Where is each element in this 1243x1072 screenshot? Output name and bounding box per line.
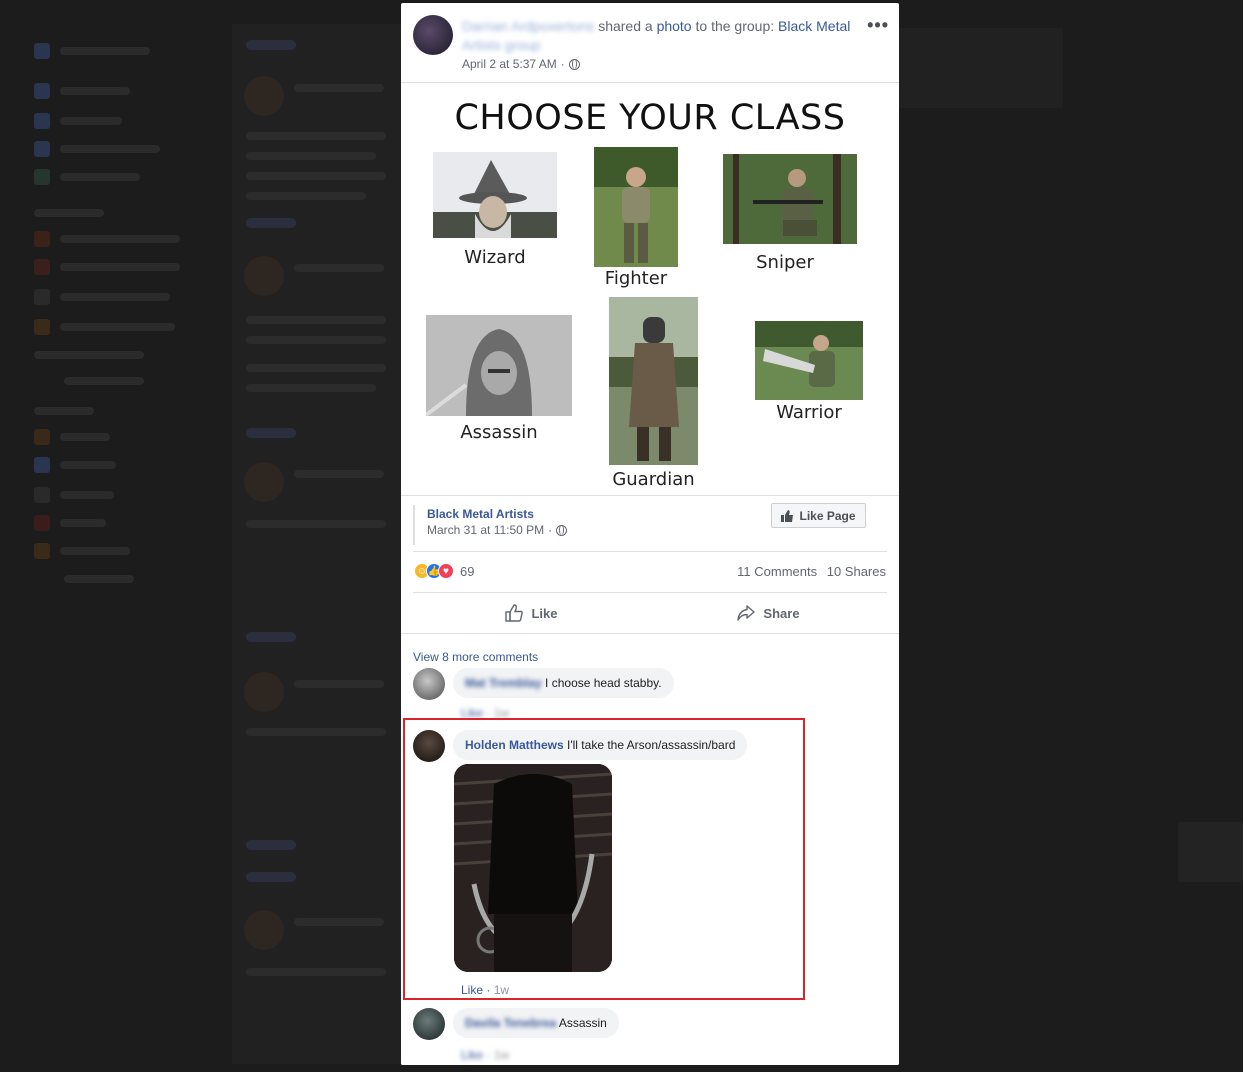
- to-group-text: to the group:: [695, 18, 775, 34]
- sniper-image: [723, 154, 857, 244]
- comment-text: I choose head stabby.: [545, 676, 662, 690]
- comment-time[interactable]: 1w: [494, 1048, 509, 1062]
- guardian-image: [609, 297, 698, 465]
- reactions-summary[interactable]: ☺ 👍 ♥ 69: [414, 563, 474, 579]
- comments-count-link[interactable]: 11 Comments: [737, 564, 817, 579]
- like-page-button[interactable]: Like Page: [771, 503, 866, 528]
- warrior-image: [755, 321, 863, 400]
- share-label: Share: [763, 605, 800, 621]
- class-label-warrior: Warrior: [776, 402, 842, 423]
- fighter-image: [594, 147, 678, 267]
- globe-icon: [556, 524, 568, 536]
- source-date[interactable]: March 31 at 11:50 PM ·: [427, 523, 568, 537]
- commenter-name[interactable]: Davila Tenebrea: [465, 1016, 556, 1030]
- share-button[interactable]: Share: [650, 593, 887, 633]
- comment-meta: Like · 1w: [461, 1048, 510, 1062]
- class-label-assassin: Assassin: [460, 422, 538, 443]
- like-label: Like: [531, 605, 558, 621]
- more-options-icon[interactable]: •••: [867, 15, 889, 36]
- comment-text: Assassin: [558, 1016, 607, 1030]
- highlight-box: [403, 718, 805, 1000]
- class-label-guardian: Guardian: [612, 469, 695, 490]
- share-icon: [737, 605, 756, 621]
- post-header-text: Darrian Ardpoxertons shared a photo to t…: [462, 17, 862, 55]
- post-header: Darrian Ardpoxertons shared a photo to t…: [401, 3, 899, 83]
- comment-bubble: Davila Tenebrea Assassin: [453, 1008, 619, 1038]
- commenter-name[interactable]: Mat Tremblay: [465, 676, 542, 690]
- class-label-wizard: Wizard: [464, 247, 526, 268]
- group-name-visible: Black Metal: [778, 18, 851, 34]
- like-page-label: Like Page: [799, 508, 856, 523]
- like-icon: [505, 604, 524, 622]
- comment-like-link[interactable]: Like: [461, 1048, 483, 1062]
- view-more-comments-link[interactable]: View 8 more comments: [413, 650, 538, 664]
- photo-divider: [401, 495, 899, 496]
- group-name-blurred: Artists group: [462, 37, 541, 53]
- post-timestamp-text: April 2 at 5:37 AM: [462, 57, 557, 71]
- love-reaction-icon: ♥: [438, 563, 454, 579]
- shares-count-link[interactable]: 10 Shares: [827, 564, 886, 579]
- assassin-image: [426, 315, 572, 416]
- engagement-counts: 11 Comments 10 Shares: [731, 564, 886, 579]
- class-label-sniper: Sniper: [756, 252, 814, 273]
- background-right-panel: [898, 28, 1063, 108]
- globe-icon: [568, 58, 580, 70]
- source-divider: [413, 551, 887, 552]
- background-sidebar: [34, 38, 224, 598]
- post-timestamp[interactable]: April 2 at 5:37 AM ·: [462, 57, 580, 71]
- comment-item: Mat Tremblay I choose head stabby. Like …: [413, 668, 893, 720]
- photo-title: CHOOSE YOUR CLASS: [454, 98, 846, 138]
- shared-text: shared a: [598, 18, 653, 34]
- source-page-name[interactable]: Black Metal Artists: [427, 507, 534, 521]
- background-feed: [232, 24, 402, 1064]
- source-date-text: March 31 at 11:50 PM: [427, 523, 545, 537]
- class-label-fighter: Fighter: [604, 268, 668, 289]
- comment-bubble: Mat Tremblay I choose head stabby.: [453, 668, 674, 698]
- photo-link[interactable]: photo: [657, 18, 692, 34]
- commenter-avatar[interactable]: [413, 1008, 445, 1040]
- background-right-widget: [1178, 822, 1243, 882]
- post-action-bar: Like Share: [413, 593, 887, 633]
- thumbs-up-icon: [781, 509, 794, 522]
- like-button[interactable]: Like: [413, 593, 650, 633]
- wizard-image: [433, 152, 557, 238]
- separator-dot: ·: [560, 57, 565, 71]
- commenter-avatar[interactable]: [413, 668, 445, 700]
- post-photo[interactable]: CHOOSE YOUR CLASS Wizard Fighter Sniper …: [401, 84, 899, 495]
- separator-dot: ·: [548, 523, 553, 537]
- reaction-count: 69: [460, 563, 475, 579]
- header-divider: [401, 82, 899, 83]
- comment-item: Davila Tenebrea Assassin Like · 1w: [413, 1008, 893, 1062]
- poster-avatar[interactable]: [413, 15, 453, 55]
- poster-name[interactable]: Darrian Ardpoxertons: [462, 18, 594, 34]
